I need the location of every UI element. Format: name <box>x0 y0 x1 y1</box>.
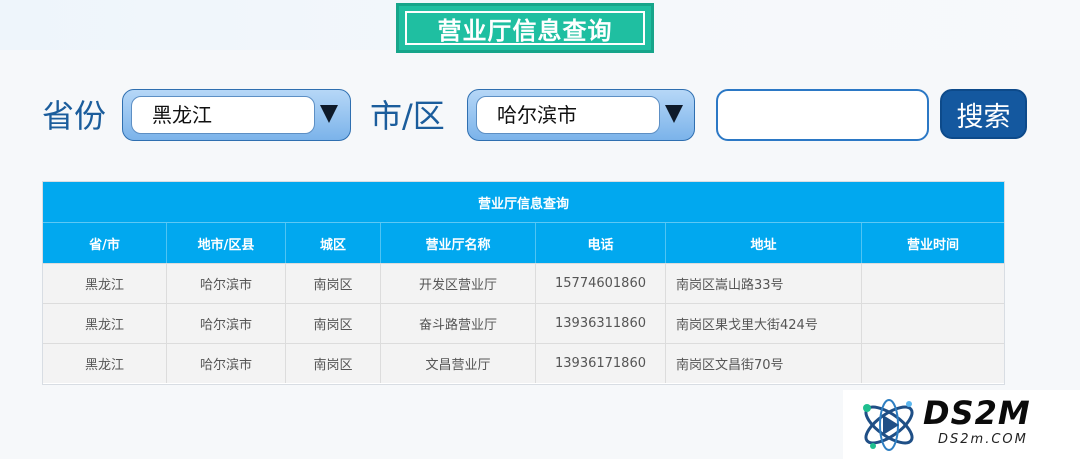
chevron-down-icon <box>665 105 683 123</box>
phone-cell: 15774601860 <box>536 264 666 303</box>
atom-logo-icon <box>863 399 914 451</box>
hours-cell <box>862 344 1004 383</box>
search-button[interactable]: 搜索 <box>940 89 1027 139</box>
city-cell: 哈尔滨市 <box>167 344 286 383</box>
address-cell: 南岗区文昌街70号 <box>666 344 862 383</box>
chevron-down-icon <box>320 105 338 123</box>
province-cell: 黑龙江 <box>43 344 167 383</box>
column-header[interactable]: 省/市 <box>43 223 167 263</box>
hall-name-cell: 开发区营业厅 <box>381 264 536 303</box>
city-cell: 哈尔滨市 <box>167 304 286 343</box>
results-table: 营业厅信息查询 省/市 地市/区县 城区 营业厅名称 电话 地址 营业时间 黑龙… <box>42 181 1005 385</box>
hall-name-cell: 文昌营业厅 <box>381 344 536 383</box>
province-select[interactable]: 黑龙江 <box>122 89 351 141</box>
table-row[interactable]: 黑龙江 哈尔滨市 南岗区 开发区营业厅 15774601860 南岗区嵩山路33… <box>43 263 1004 303</box>
city-select-value: 哈尔滨市 <box>476 96 660 134</box>
page-title-banner: 营业厅信息查询 <box>396 3 654 53</box>
column-header[interactable]: 电话 <box>536 223 666 263</box>
column-header[interactable]: 营业厅名称 <box>381 223 536 263</box>
phone-cell: 13936171860 <box>536 344 666 383</box>
province-cell: 黑龙江 <box>43 264 167 303</box>
hours-cell <box>862 304 1004 343</box>
city-cell: 哈尔滨市 <box>167 264 286 303</box>
table-caption: 营业厅信息查询 <box>43 182 1004 223</box>
city-select[interactable]: 哈尔滨市 <box>467 89 695 141</box>
phone-cell: 13936311860 <box>536 304 666 343</box>
province-cell: 黑龙江 <box>43 304 167 343</box>
page-title: 营业厅信息查询 <box>405 11 645 45</box>
district-cell: 南岗区 <box>286 264 381 303</box>
watermark-url: DS2m.COM <box>938 432 1028 447</box>
table-header-row: 省/市 地市/区县 城区 营业厅名称 电话 地址 营业时间 <box>43 223 1004 263</box>
table-row[interactable]: 黑龙江 哈尔滨市 南岗区 文昌营业厅 13936171860 南岗区文昌街70号 <box>43 343 1004 383</box>
column-header[interactable]: 城区 <box>286 223 381 263</box>
table-row[interactable]: 黑龙江 哈尔滨市 南岗区 奋斗路营业厅 13936311860 南岗区果戈里大街… <box>43 303 1004 343</box>
column-header[interactable]: 地址 <box>666 223 862 263</box>
district-cell: 南岗区 <box>286 304 381 343</box>
province-label: 省份 <box>42 97 107 135</box>
watermark-text: DS2M <box>923 394 1031 432</box>
address-cell: 南岗区嵩山路33号 <box>666 264 862 303</box>
watermark: DS2M DS2m.COM <box>843 390 1080 459</box>
hall-name-cell: 奋斗路营业厅 <box>381 304 536 343</box>
hours-cell <box>862 264 1004 303</box>
search-input[interactable] <box>716 89 929 141</box>
address-cell: 南岗区果戈里大街424号 <box>666 304 862 343</box>
city-label: 市/区 <box>370 97 445 135</box>
column-header[interactable]: 营业时间 <box>862 223 1004 263</box>
district-cell: 南岗区 <box>286 344 381 383</box>
province-select-value: 黑龙江 <box>131 96 315 134</box>
column-header[interactable]: 地市/区县 <box>167 223 286 263</box>
